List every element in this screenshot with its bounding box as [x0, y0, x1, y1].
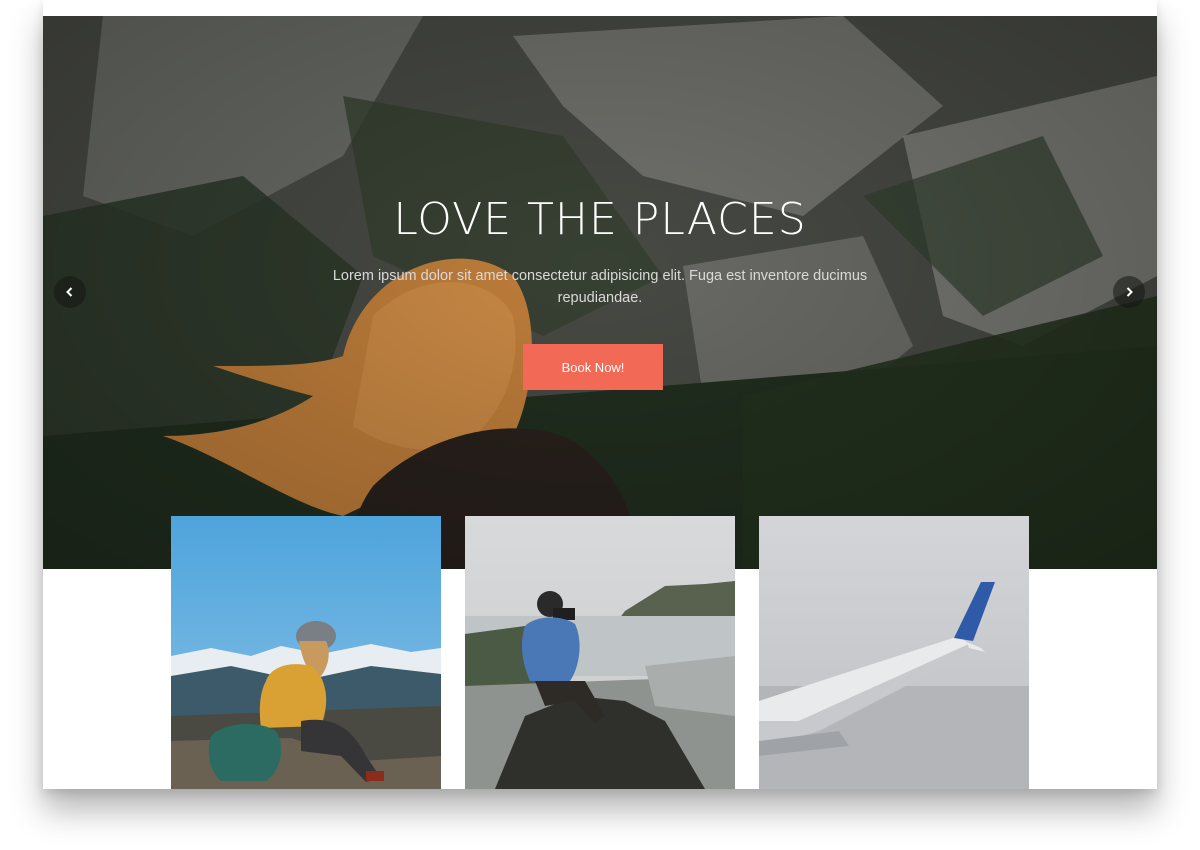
book-now-button[interactable]: Book Now!: [523, 344, 663, 390]
destination-card-1[interactable]: [171, 516, 441, 789]
hero-subtitle: Lorem ipsum dolor sit amet consectetur a…: [332, 268, 868, 306]
photographer-on-rock-image: [465, 516, 735, 789]
hero-title: LOVE THE PLACES: [393, 194, 807, 245]
slider-prev-button[interactable]: [54, 276, 86, 308]
page-frame: LOVE THE PLACES Lorem ipsum dolor sit am…: [43, 0, 1157, 789]
destination-card-2[interactable]: [465, 516, 735, 789]
slider-next-button[interactable]: [1113, 276, 1145, 308]
chevron-left-icon: [66, 287, 73, 297]
hiker-woman-image: [171, 516, 441, 789]
destination-card-3[interactable]: [759, 516, 1029, 789]
airplane-wing-image: [759, 516, 1029, 789]
hero-slider: LOVE THE PLACES Lorem ipsum dolor sit am…: [43, 16, 1157, 569]
chevron-right-icon: [1126, 287, 1133, 297]
